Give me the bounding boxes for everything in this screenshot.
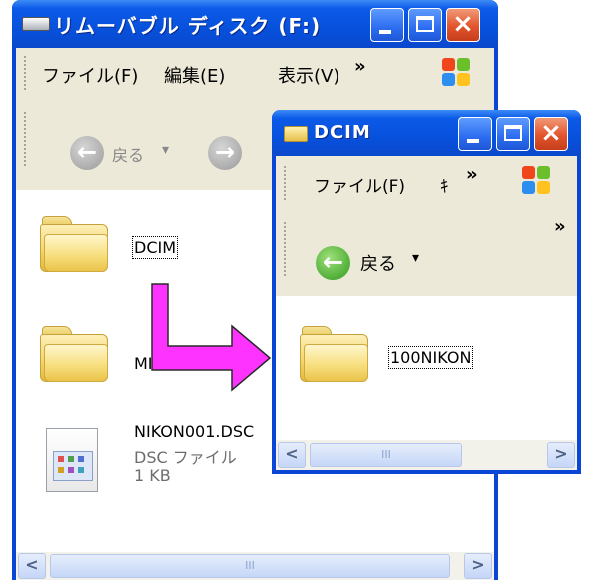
scroll-left-button[interactable]: < <box>18 553 46 579</box>
back-button[interactable]: ← <box>70 136 104 170</box>
folder-icon[interactable] <box>40 216 108 272</box>
back-dropdown-icon[interactable]: ▾ <box>162 142 169 158</box>
minimize-icon <box>467 139 479 143</box>
drive-icon <box>22 17 50 31</box>
forward-button[interactable]: → <box>208 136 242 170</box>
minimize-button[interactable] <box>370 8 404 42</box>
scroll-thumb[interactable]: III <box>50 554 450 578</box>
minimize-button[interactable] <box>458 117 492 151</box>
back-arrow-icon: ← <box>76 138 98 166</box>
scroll-right-button[interactable]: > <box>547 442 575 468</box>
windows-logo-icon <box>442 58 472 88</box>
menu-more-chevron[interactable]: » <box>354 56 366 77</box>
menu-file[interactable]: ファイル(F) <box>314 172 405 197</box>
folder-icon[interactable] <box>40 326 108 382</box>
menu-bar: ファイル(F) ｷ » <box>276 156 577 209</box>
item-size: 1 KB <box>134 466 171 485</box>
item-label-nikon001[interactable]: NIKON001.DSC <box>134 422 274 441</box>
window-title: リムーバブル ディスク (F:) <box>54 14 322 38</box>
front-window: DCIM × ファイル(F) ｷ » ← 戻る ▾ » 100NIKON < I… <box>272 110 581 474</box>
scroll-left-button[interactable]: < <box>278 442 306 468</box>
scroll-thumb[interactable]: III <box>310 443 462 467</box>
windows-logo-icon <box>522 166 552 196</box>
menu-bar: ファイル(F) 編集(E) 表示(V) » <box>16 48 494 99</box>
back-label[interactable]: 戻る <box>112 142 144 166</box>
maximize-button[interactable] <box>408 8 442 42</box>
item-label-dcim[interactable]: DCIM <box>131 236 179 259</box>
menu-edit[interactable]: 編集(E) <box>164 62 225 88</box>
folder-icon[interactable] <box>300 326 368 382</box>
menu-more-chevron[interactable]: » <box>466 164 478 185</box>
menu-grip[interactable] <box>284 166 289 200</box>
file-icon[interactable] <box>46 428 98 492</box>
maximize-icon <box>416 16 434 32</box>
forward-arrow-icon: → <box>214 138 236 166</box>
close-icon: × <box>540 118 562 148</box>
scroll-right-button[interactable]: > <box>464 553 492 579</box>
folder-title-icon <box>284 126 308 142</box>
menu-truncated[interactable]: ｷ <box>440 172 449 197</box>
maximize-button[interactable] <box>496 117 530 151</box>
menu-file[interactable]: ファイル(F) <box>42 62 138 88</box>
close-icon: × <box>452 9 474 39</box>
back-label[interactable]: 戻る <box>360 250 396 276</box>
menu-view[interactable]: 表示(V) <box>278 62 338 88</box>
back-button[interactable]: ← <box>316 246 350 280</box>
back-arrow-icon: ← <box>322 248 344 276</box>
toolbar: ← 戻る ▾ » <box>276 208 577 297</box>
close-button[interactable]: × <box>446 8 480 42</box>
toolbar-grip[interactable] <box>284 222 289 276</box>
toolbar-grip[interactable] <box>24 112 29 166</box>
horizontal-scrollbar[interactable]: < III > <box>16 552 494 580</box>
title-bar[interactable]: DCIM × <box>272 110 581 156</box>
maximize-icon <box>504 125 522 141</box>
close-button[interactable]: × <box>534 117 568 151</box>
item-label-misc[interactable]: MISC <box>134 354 174 373</box>
file-list: 100NIKON <box>276 296 577 440</box>
minimize-icon <box>379 30 391 34</box>
item-label-100nikon[interactable]: 100NIKON <box>387 346 474 369</box>
window-title: DCIM <box>314 122 371 143</box>
title-bar[interactable]: リムーバブル ディスク (F:) × <box>12 0 498 48</box>
horizontal-scrollbar[interactable]: < III > <box>276 440 577 470</box>
back-dropdown-icon[interactable]: ▾ <box>412 250 419 266</box>
menu-grip[interactable] <box>24 56 29 90</box>
item-type: DSC ファイル <box>134 448 237 467</box>
toolbar-more-chevron[interactable]: » <box>554 216 566 237</box>
